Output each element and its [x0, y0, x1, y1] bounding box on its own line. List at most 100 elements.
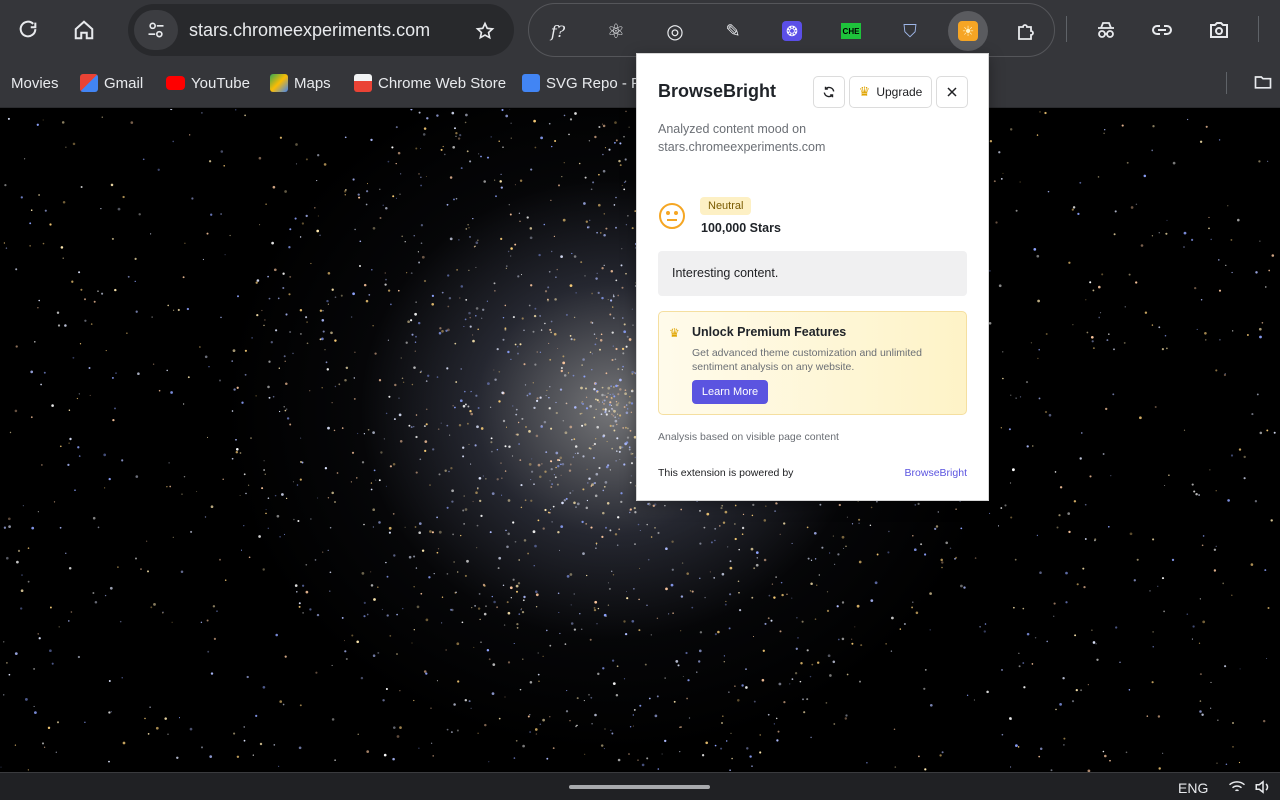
incognito-button[interactable]	[1088, 12, 1124, 48]
star-point	[1222, 582, 1225, 585]
bookmark-gmail[interactable]: Gmail	[80, 73, 143, 93]
star-point	[598, 173, 600, 176]
star-point	[282, 286, 285, 290]
star-point	[536, 399, 539, 402]
target-icon[interactable]: ◎	[658, 14, 692, 48]
star-point	[1089, 475, 1092, 478]
star-point	[502, 338, 505, 341]
star-point	[598, 125, 601, 129]
star-point	[338, 383, 341, 386]
star-point	[196, 490, 198, 493]
star-point	[499, 180, 502, 183]
star-point	[1210, 707, 1212, 709]
star-point	[279, 700, 283, 703]
star-point	[1166, 219, 1168, 221]
url-text[interactable]: stars.chromeexperiments.com	[189, 20, 430, 41]
star-point	[327, 426, 330, 430]
home-gesture-bar[interactable]	[569, 785, 710, 789]
che-extension[interactable]: CHE	[834, 14, 868, 48]
star-point	[604, 481, 608, 484]
youtube-icon	[166, 76, 185, 90]
bookmark-maps[interactable]: Maps	[270, 73, 331, 93]
browsebright-extension[interactable]: ☀	[948, 11, 988, 51]
browsebright-link[interactable]: BrowseBright	[905, 467, 967, 479]
star-point	[436, 551, 439, 554]
star-point	[1183, 231, 1187, 235]
tune-icon	[148, 22, 164, 38]
star-point	[333, 429, 336, 432]
star-point	[388, 531, 391, 534]
star-point	[609, 424, 612, 428]
bookmark-movies[interactable]: Movies	[11, 73, 59, 93]
star-point	[860, 644, 863, 647]
star-point	[1219, 338, 1221, 341]
close-button[interactable]	[936, 76, 968, 108]
star-point	[656, 695, 659, 698]
star-point	[177, 308, 180, 312]
star-point	[413, 586, 415, 588]
eyedropper-icon[interactable]: ✎	[716, 14, 750, 48]
wifi-icon[interactable]	[1228, 779, 1246, 795]
star-point	[295, 163, 298, 165]
home-button[interactable]	[66, 12, 102, 48]
volume-icon[interactable]	[1254, 779, 1272, 795]
star-point	[606, 502, 610, 505]
language-indicator[interactable]: ENG	[1178, 780, 1208, 796]
star-point	[807, 557, 810, 560]
star-point	[487, 382, 490, 385]
star-point	[134, 257, 137, 260]
react-atom-icon[interactable]: ⚛	[599, 14, 633, 48]
star-point	[327, 303, 329, 305]
star-point	[622, 426, 625, 429]
star-point	[534, 728, 538, 731]
star-point	[698, 660, 701, 663]
star-point	[126, 332, 128, 334]
function-icon[interactable]: f?	[541, 14, 575, 48]
shield-icon[interactable]: ⛉	[893, 14, 927, 48]
upgrade-button[interactable]: ♛ Upgrade	[849, 76, 932, 108]
star-point	[613, 429, 616, 432]
star-point	[795, 647, 798, 650]
screenshot-button[interactable]	[1201, 12, 1237, 48]
star-point	[565, 402, 568, 405]
star-point	[526, 216, 529, 219]
all-bookmarks-button[interactable]	[1245, 64, 1280, 100]
extensions-menu-button[interactable]	[1010, 14, 1044, 48]
star-point	[372, 526, 375, 528]
star-point	[437, 428, 440, 430]
star-point	[263, 324, 265, 327]
copy-link-button[interactable]	[1144, 12, 1180, 48]
star-point	[1018, 652, 1020, 654]
star-point	[426, 117, 429, 120]
star-point	[589, 638, 592, 641]
star-point	[286, 417, 290, 420]
site-info-button[interactable]	[134, 10, 178, 50]
star-point	[626, 440, 628, 443]
bookmark-chrome-web-store[interactable]: Chrome Web Store	[354, 73, 506, 93]
star-point	[573, 628, 577, 631]
star-point	[799, 680, 802, 683]
star-point	[502, 146, 504, 148]
star-point	[1205, 125, 1208, 128]
star-point	[410, 319, 413, 322]
star-point	[468, 443, 470, 445]
star-point	[1039, 571, 1042, 574]
star-point	[382, 699, 385, 702]
bookmark-star-button[interactable]	[470, 16, 500, 46]
refresh-button[interactable]	[813, 76, 845, 108]
star-point	[576, 502, 580, 506]
star-point	[929, 703, 933, 707]
star-point	[622, 352, 625, 355]
star-point	[344, 136, 347, 139]
star-point	[378, 379, 382, 382]
reload-button[interactable]	[10, 12, 46, 48]
star-point	[594, 713, 597, 717]
learn-more-button[interactable]: Learn More	[692, 380, 768, 404]
purple-gear-extension[interactable]: ❂	[775, 14, 809, 48]
star-point	[1265, 286, 1267, 288]
address-bar[interactable]: stars.chromeexperiments.com	[128, 4, 514, 56]
star-point	[833, 563, 836, 566]
bookmark-svg-repo[interactable]: SVG Repo - Fr	[522, 73, 645, 93]
bookmark-youtube[interactable]: YouTube	[166, 73, 250, 93]
star-point	[59, 526, 62, 529]
